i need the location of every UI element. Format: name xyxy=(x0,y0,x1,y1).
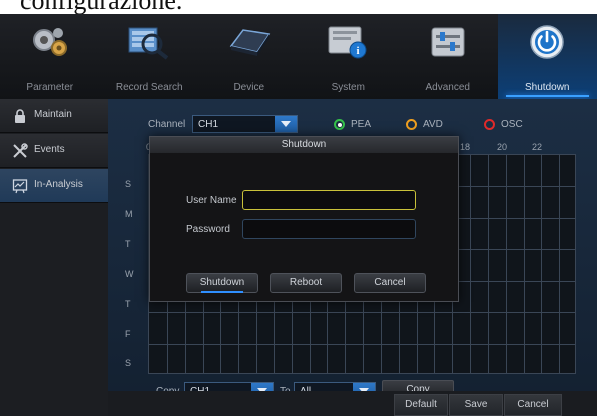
hour-label: 18 xyxy=(460,142,471,152)
day-label: M xyxy=(125,209,133,219)
sidebar-item-label: In-Analysis xyxy=(34,179,83,190)
nav-record-search[interactable]: Record Search xyxy=(100,14,200,99)
save-button[interactable]: Save xyxy=(449,394,503,416)
sidebar: Maintain Events In-Analysis xyxy=(0,99,108,416)
sidebar-item-maintain[interactable]: Maintain xyxy=(0,99,108,133)
grid-column-line xyxy=(541,155,543,373)
nav-label: Device xyxy=(233,82,265,93)
nav-system[interactable]: i System xyxy=(299,14,399,99)
channel-label: Channel xyxy=(148,119,186,130)
nav-label: Parameter xyxy=(26,82,74,93)
nav-label: Record Search xyxy=(115,82,183,93)
username-label: User Name xyxy=(186,195,237,206)
footer-bar: Default Save Cancel xyxy=(108,391,597,416)
day-label: T xyxy=(125,239,131,249)
radio-avd[interactable] xyxy=(406,119,417,130)
dialog-cancel-button[interactable]: Cancel xyxy=(354,273,426,293)
radio-pea[interactable] xyxy=(334,119,345,130)
nav-device[interactable]: Device xyxy=(199,14,299,99)
username-input[interactable] xyxy=(242,190,416,210)
focus-underline xyxy=(201,291,243,293)
password-label: Password xyxy=(186,224,230,235)
system-info-icon: i xyxy=(328,26,367,59)
power-icon xyxy=(530,25,564,59)
nav-advanced[interactable]: Advanced xyxy=(398,14,498,99)
radio-pea-label: PEA xyxy=(351,119,372,130)
channel-select[interactable]: CH1 xyxy=(192,115,298,133)
day-label: S xyxy=(125,358,132,368)
hour-label: 20 xyxy=(497,142,508,152)
sliders-icon xyxy=(431,27,465,57)
channel-select-value: CH1 xyxy=(198,119,219,130)
shutdown-dialog: Shutdown User Name Password Shutdown Reb… xyxy=(149,136,459,302)
hour-label: 22 xyxy=(532,142,543,152)
sidebar-item-label: Events xyxy=(34,144,65,155)
day-label: T xyxy=(125,299,131,309)
reboot-button[interactable]: Reboot xyxy=(270,273,342,293)
tools-icon xyxy=(13,143,28,158)
radio-avd-label: AVD xyxy=(423,119,443,130)
shutdown-button-label: Shutdown xyxy=(199,277,245,288)
lock-icon xyxy=(15,109,25,123)
svg-text:i: i xyxy=(357,45,360,57)
grid-row-line xyxy=(149,343,575,345)
dialog-title: Shutdown xyxy=(150,137,458,153)
grid-column-line xyxy=(487,155,489,373)
grid-column-line xyxy=(505,155,507,373)
grid-column-line xyxy=(523,155,525,373)
cancel-button[interactable]: Cancel xyxy=(504,394,562,416)
radio-osc[interactable] xyxy=(484,119,495,130)
nav-label: Advanced xyxy=(425,82,470,93)
sidebar-item-events[interactable]: Events xyxy=(0,134,108,168)
dvr-window: Parameter Record Search Device i System … xyxy=(0,14,597,416)
grid-column-line xyxy=(470,155,471,373)
hard-drive-icon xyxy=(229,29,271,56)
magnifier-icon xyxy=(128,27,169,60)
analysis-icon xyxy=(12,179,28,194)
grid-column-line xyxy=(559,155,561,373)
gears-icon xyxy=(32,28,67,56)
nav-shutdown[interactable]: Shutdown xyxy=(497,14,597,99)
shutdown-button[interactable]: Shutdown xyxy=(186,273,258,293)
radio-osc-label: OSC xyxy=(501,119,523,130)
password-input[interactable] xyxy=(242,219,416,239)
grid-row-line xyxy=(149,312,575,314)
sidebar-item-in-analysis[interactable]: In-Analysis xyxy=(0,169,108,203)
day-label: F xyxy=(125,329,131,339)
nav-parameter[interactable]: Parameter xyxy=(0,14,100,99)
nav-label: System xyxy=(331,82,365,93)
day-label: W xyxy=(125,269,134,279)
sidebar-item-label: Maintain xyxy=(34,109,72,120)
day-label: S xyxy=(125,179,132,189)
top-navigation: Parameter Record Search Device i System … xyxy=(0,14,597,99)
chevron-down-icon xyxy=(275,116,297,132)
default-button[interactable]: Default xyxy=(394,394,448,416)
nav-label: Shutdown xyxy=(525,82,570,93)
reboot-button-label: Reboot xyxy=(289,277,323,288)
dialog-cancel-button-label: Cancel xyxy=(374,277,406,288)
